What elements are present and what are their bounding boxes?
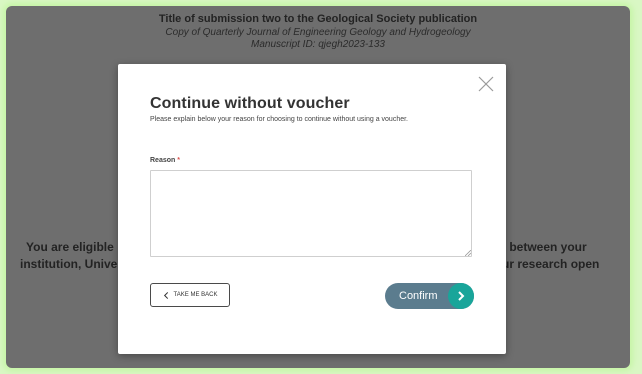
chevron-left-icon [163,291,168,299]
journal-name: Copy of Quarterly Journal of Engineering… [165,27,471,38]
dialog-description: Please explain below your reason for cho… [150,116,408,123]
dialog-title: Continue without voucher [150,95,350,112]
required-marker: * [177,157,180,164]
eligibility-text-left-2: institution, Unive [20,257,118,271]
confirm-button[interactable]: Confirm [385,283,474,309]
page-background: Title of submission two to the Geologica… [6,6,630,368]
chevron-right-icon [448,283,474,309]
eligibility-text-right-2: ur research open [502,257,600,271]
reason-label: Reason * [150,157,180,164]
resize-grip-icon[interactable] [465,250,471,256]
eligibility-text-left-1: You are eligible [26,240,114,254]
close-icon[interactable] [478,76,494,92]
confirm-label: Confirm [399,290,438,302]
reason-label-text: Reason [150,157,176,164]
reason-textarea[interactable] [150,170,472,257]
eligibility-text-right-1: t between your [502,240,587,254]
take-me-back-label: TAKE ME BACK [173,292,218,298]
continue-without-voucher-dialog: Continue without voucher Please explain … [118,64,506,354]
take-me-back-button[interactable]: TAKE ME BACK [150,283,230,307]
manuscript-id: Manuscript ID: qjegh2023-133 [251,39,385,50]
submission-title: Title of submission two to the Geologica… [158,13,478,25]
